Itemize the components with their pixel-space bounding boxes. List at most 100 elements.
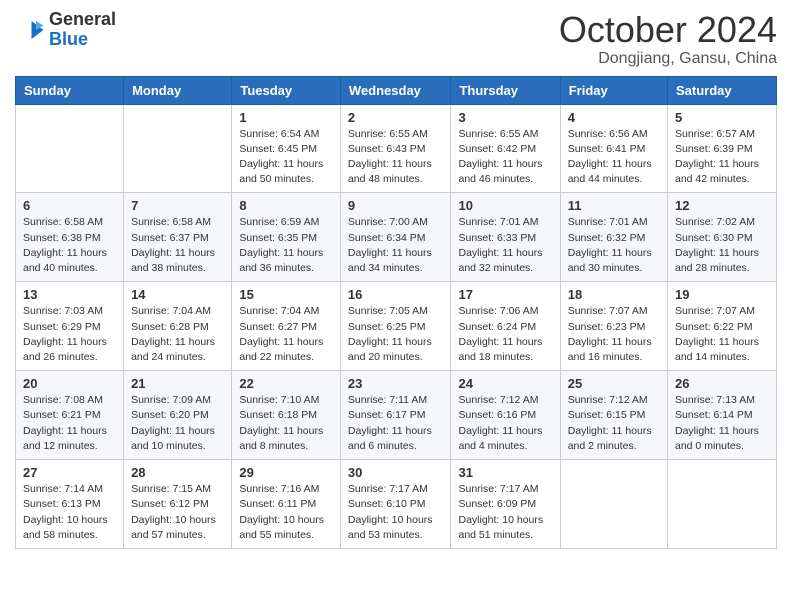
calendar-cell <box>124 104 232 193</box>
day-info: Sunrise: 6:55 AM Sunset: 6:42 PM Dayligh… <box>458 127 552 188</box>
day-info: Sunrise: 7:14 AM Sunset: 6:13 PM Dayligh… <box>23 482 116 543</box>
calendar-week-1: 1Sunrise: 6:54 AM Sunset: 6:45 PM Daylig… <box>16 104 777 193</box>
calendar-cell: 2Sunrise: 6:55 AM Sunset: 6:43 PM Daylig… <box>340 104 451 193</box>
calendar-cell: 4 Sunrise: 6:56 AM Sunset: 6:41 PM Daylig… <box>560 104 667 193</box>
day-number: 28 <box>131 465 224 480</box>
calendar-cell: 26 Sunrise: 7:13 AM Sunset: 6:14 PM Dayli… <box>668 371 777 460</box>
day-info: Sunrise: 7:10 AM Sunset: 6:18 PM Dayligh… <box>239 393 333 454</box>
day-info: Sunrise: 7:03 AM Sunset: 6:29 PM Dayligh… <box>23 304 116 365</box>
calendar-cell: 12 Sunrise: 7:02 AM Sunset: 6:30 PM Dayli… <box>668 193 777 282</box>
day-number: 29 <box>239 465 333 480</box>
day-info: Sunrise: 7:04 AM Sunset: 6:27 PM Dayligh… <box>239 304 333 365</box>
calendar-cell: 5 Sunrise: 6:57 AM Sunset: 6:39 PM Daylig… <box>668 104 777 193</box>
calendar-cell: 28Sunrise: 7:15 AM Sunset: 6:12 PM Dayli… <box>124 460 232 549</box>
calendar-cell: 31 Sunrise: 7:17 AM Sunset: 6:09 PM Dayli… <box>451 460 560 549</box>
day-number: 4 <box>568 110 660 125</box>
day-info: Sunrise: 7:17 AM Sunset: 6:09 PM Dayligh… <box>458 482 552 543</box>
day-info: Sunrise: 7:08 AM Sunset: 6:21 PM Dayligh… <box>23 393 116 454</box>
calendar-cell <box>560 460 667 549</box>
day-number: 11 <box>568 198 660 213</box>
calendar-cell: 11Sunrise: 7:01 AM Sunset: 6:32 PM Dayli… <box>560 193 667 282</box>
calendar-cell: 21Sunrise: 7:09 AM Sunset: 6:20 PM Dayli… <box>124 371 232 460</box>
day-info: Sunrise: 7:01 AM Sunset: 6:33 PM Dayligh… <box>458 215 552 276</box>
calendar-cell: 9 Sunrise: 7:00 AM Sunset: 6:34 PM Daylig… <box>340 193 451 282</box>
day-number: 30 <box>348 465 444 480</box>
calendar-cell: 6 Sunrise: 6:58 AM Sunset: 6:38 PM Daylig… <box>16 193 124 282</box>
calendar-cell: 10 Sunrise: 7:01 AM Sunset: 6:33 PM Dayli… <box>451 193 560 282</box>
day-number: 3 <box>458 110 552 125</box>
calendar-week-5: 27 Sunrise: 7:14 AM Sunset: 6:13 PM Dayli… <box>16 460 777 549</box>
day-number: 22 <box>239 376 333 391</box>
calendar-cell: 23 Sunrise: 7:11 AM Sunset: 6:17 PM Dayli… <box>340 371 451 460</box>
logo-icon <box>15 15 45 45</box>
calendar-cell: 19Sunrise: 7:07 AM Sunset: 6:22 PM Dayli… <box>668 282 777 371</box>
header: General Blue October 2024 Dongjiang, Gan… <box>15 10 777 68</box>
title-block: October 2024 Dongjiang, Gansu, China <box>559 10 777 68</box>
day-number: 10 <box>458 198 552 213</box>
day-number: 14 <box>131 287 224 302</box>
day-number: 21 <box>131 376 224 391</box>
day-number: 24 <box>458 376 552 391</box>
day-info: Sunrise: 6:58 AM Sunset: 6:38 PM Dayligh… <box>23 215 116 276</box>
day-number: 6 <box>23 198 116 213</box>
calendar-cell: 15 Sunrise: 7:04 AM Sunset: 6:27 PM Dayli… <box>232 282 341 371</box>
day-number: 15 <box>239 287 333 302</box>
calendar-cell <box>16 104 124 193</box>
day-number: 31 <box>458 465 552 480</box>
logo: General Blue <box>15 10 116 50</box>
day-number: 13 <box>23 287 116 302</box>
calendar-cell: 25 Sunrise: 7:12 AM Sunset: 6:15 PM Dayli… <box>560 371 667 460</box>
day-number: 8 <box>239 198 333 213</box>
day-number: 16 <box>348 287 444 302</box>
calendar-cell: 16Sunrise: 7:05 AM Sunset: 6:25 PM Dayli… <box>340 282 451 371</box>
month-title: October 2024 <box>559 10 777 50</box>
day-info: Sunrise: 7:12 AM Sunset: 6:16 PM Dayligh… <box>458 393 552 454</box>
day-number: 7 <box>131 198 224 213</box>
calendar-cell: 30 Sunrise: 7:17 AM Sunset: 6:10 PM Dayli… <box>340 460 451 549</box>
calendar-cell: 20 Sunrise: 7:08 AM Sunset: 6:21 PM Dayli… <box>16 371 124 460</box>
day-info: Sunrise: 6:57 AM Sunset: 6:39 PM Dayligh… <box>675 127 769 188</box>
calendar-cell: 13 Sunrise: 7:03 AM Sunset: 6:29 PM Dayli… <box>16 282 124 371</box>
day-number: 25 <box>568 376 660 391</box>
calendar-cell: 3 Sunrise: 6:55 AM Sunset: 6:42 PM Daylig… <box>451 104 560 193</box>
day-info: Sunrise: 7:00 AM Sunset: 6:34 PM Dayligh… <box>348 215 444 276</box>
day-info: Sunrise: 6:56 AM Sunset: 6:41 PM Dayligh… <box>568 127 660 188</box>
calendar-cell: 24 Sunrise: 7:12 AM Sunset: 6:16 PM Dayli… <box>451 371 560 460</box>
day-info: Sunrise: 7:07 AM Sunset: 6:23 PM Dayligh… <box>568 304 660 365</box>
day-info: Sunrise: 7:17 AM Sunset: 6:10 PM Dayligh… <box>348 482 444 543</box>
day-number: 20 <box>23 376 116 391</box>
day-number: 9 <box>348 198 444 213</box>
calendar-cell: 7Sunrise: 6:58 AM Sunset: 6:37 PM Daylig… <box>124 193 232 282</box>
day-info: Sunrise: 7:04 AM Sunset: 6:28 PM Dayligh… <box>131 304 224 365</box>
calendar-week-2: 6 Sunrise: 6:58 AM Sunset: 6:38 PM Daylig… <box>16 193 777 282</box>
weekday-header-sunday: Sunday <box>16 76 124 104</box>
calendar-cell: 22 Sunrise: 7:10 AM Sunset: 6:18 PM Dayli… <box>232 371 341 460</box>
location: Dongjiang, Gansu, China <box>559 50 777 68</box>
calendar-week-4: 20 Sunrise: 7:08 AM Sunset: 6:21 PM Dayli… <box>16 371 777 460</box>
calendar-cell <box>668 460 777 549</box>
calendar-cell: 17Sunrise: 7:06 AM Sunset: 6:24 PM Dayli… <box>451 282 560 371</box>
day-info: Sunrise: 7:07 AM Sunset: 6:22 PM Dayligh… <box>675 304 769 365</box>
day-number: 27 <box>23 465 116 480</box>
calendar-cell: 18 Sunrise: 7:07 AM Sunset: 6:23 PM Dayli… <box>560 282 667 371</box>
day-number: 23 <box>348 376 444 391</box>
day-number: 5 <box>675 110 769 125</box>
day-number: 1 <box>239 110 333 125</box>
day-number: 26 <box>675 376 769 391</box>
day-info: Sunrise: 7:11 AM Sunset: 6:17 PM Dayligh… <box>348 393 444 454</box>
day-info: Sunrise: 7:13 AM Sunset: 6:14 PM Dayligh… <box>675 393 769 454</box>
day-number: 18 <box>568 287 660 302</box>
weekday-header-monday: Monday <box>124 76 232 104</box>
day-info: Sunrise: 7:02 AM Sunset: 6:30 PM Dayligh… <box>675 215 769 276</box>
day-number: 17 <box>458 287 552 302</box>
weekday-header-tuesday: Tuesday <box>232 76 341 104</box>
day-info: Sunrise: 7:16 AM Sunset: 6:11 PM Dayligh… <box>239 482 333 543</box>
weekday-header-friday: Friday <box>560 76 667 104</box>
weekday-header-wednesday: Wednesday <box>340 76 451 104</box>
day-info: Sunrise: 7:12 AM Sunset: 6:15 PM Dayligh… <box>568 393 660 454</box>
day-number: 12 <box>675 198 769 213</box>
logo-text: General Blue <box>49 10 116 50</box>
calendar-cell: 1Sunrise: 6:54 AM Sunset: 6:45 PM Daylig… <box>232 104 341 193</box>
day-info: Sunrise: 6:55 AM Sunset: 6:43 PM Dayligh… <box>348 127 444 188</box>
calendar-cell: 8Sunrise: 6:59 AM Sunset: 6:35 PM Daylig… <box>232 193 341 282</box>
